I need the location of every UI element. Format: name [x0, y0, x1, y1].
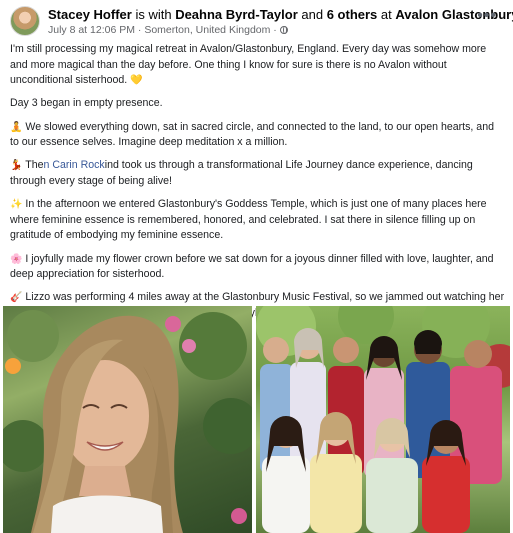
author-avatar[interactable] — [10, 6, 40, 36]
group-photo — [256, 306, 510, 533]
tagged-others-link[interactable]: 6 others — [327, 7, 378, 22]
paragraph-2: Day 3 began in empty presence. — [10, 96, 505, 112]
photo-grid — [3, 306, 510, 533]
paragraph-6: 🌸 I joyfully made my flower crown before… — [10, 252, 505, 283]
mention-link[interactable]: n Carin Rock — [43, 159, 104, 171]
paragraph-2-text: Day 3 began in empty presence. — [10, 97, 163, 110]
sparkles-icon: ✨ — [10, 199, 23, 211]
post-place[interactable]: Somerton, United Kingdom — [144, 24, 270, 36]
post-photo-2[interactable] — [256, 306, 510, 533]
post-header-line: Stacey Hoffer is with Deahna Byrd-Taylor… — [48, 7, 513, 22]
post-text: I'm still processing my magical retreat … — [10, 42, 505, 329]
post-photo-1[interactable] — [3, 306, 252, 533]
portrait-photo — [3, 310, 252, 533]
paragraph-6-text: I joyfully made my flower crown before w… — [10, 252, 494, 281]
post-header: Stacey Hoffer is with Deahna Byrd-Taylor… — [10, 6, 513, 38]
paragraph-4-text-start: The — [25, 159, 44, 172]
paragraph-3-text: We slowed everything down, sat in sacred… — [10, 120, 494, 149]
tagged-person-link[interactable]: Deahna Byrd-Taylor — [175, 7, 298, 22]
paragraph-4: 💃 Then Carin Rockind took us through a t… — [10, 158, 505, 189]
paragraph-3: 🧘 We slowed everything down, sat in sacr… — [10, 120, 505, 151]
at-text: at — [380, 7, 392, 22]
author-name[interactable]: Stacey Hoffer — [48, 7, 132, 22]
paragraph-1-text: I'm still processing my magical retreat … — [10, 43, 487, 87]
paragraph-5: ✨ In the afternoon we entered Glastonbur… — [10, 197, 505, 244]
meta-separator: · — [134, 24, 145, 36]
meta-separator-2: · — [270, 24, 280, 36]
more-options-icon[interactable]: ••• — [477, 8, 497, 24]
guitar-icon: 🎸 — [10, 292, 23, 304]
meditation-icon: 🧘 — [10, 121, 23, 133]
paragraph-1: I'm still processing my magical retreat … — [10, 42, 505, 89]
facebook-post: Stacey Hoffer is with Deahna Byrd-Taylor… — [0, 0, 513, 533]
and-text: and — [301, 7, 324, 22]
with-text: is with — [135, 7, 172, 22]
post-timestamp[interactable]: July 8 at 12:06 PM — [48, 24, 135, 36]
post-meta: July 8 at 12:06 PM · Somerton, United Ki… — [48, 24, 288, 36]
blossom-icon: 🌸 — [10, 253, 23, 265]
globe-icon — [279, 26, 288, 34]
dancer-icon: 💃 — [10, 160, 23, 172]
yellow-heart-icon: 💛 — [130, 75, 143, 87]
paragraph-5-text: In the afternoon we entered Glastonbury'… — [10, 198, 487, 242]
